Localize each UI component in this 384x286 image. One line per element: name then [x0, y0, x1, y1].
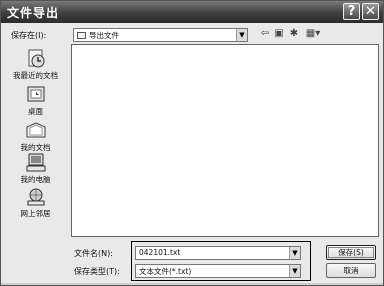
- save-in-value: 导出文件: [89, 31, 119, 40]
- place-recent-documents[interactable]: 我最近的文档: [7, 49, 64, 81]
- place-label: 我最近的文档: [13, 71, 58, 80]
- my-documents-icon: [26, 122, 45, 138]
- place-desktop[interactable]: 桌面: [7, 85, 64, 117]
- my-computer-icon: [26, 153, 45, 172]
- filename-label: 文件名(N):: [74, 249, 113, 258]
- save-in-combobox[interactable]: 导出文件 ▼: [73, 28, 248, 42]
- place-my-computer[interactable]: 我的电脑: [7, 153, 64, 185]
- dialog-title: 文件导出: [7, 6, 60, 20]
- save-in-label: 保存在(I):: [11, 31, 47, 40]
- place-label: 网上邻居: [20, 209, 51, 218]
- chevron-down-icon[interactable]: ▼: [289, 247, 300, 259]
- place-my-documents[interactable]: 我的文档: [7, 121, 64, 153]
- recent-documents-icon: [28, 49, 44, 68]
- help-button[interactable]: ?: [343, 3, 360, 20]
- network-places-icon: [27, 188, 44, 206]
- place-network[interactable]: 网上邻居: [7, 187, 64, 219]
- file-list-view[interactable]: [71, 44, 379, 237]
- filetype-label: 保存类型(T):: [74, 267, 120, 276]
- folder-icon: [77, 32, 86, 39]
- back-icon[interactable]: ⇦: [259, 28, 271, 40]
- places-sidebar: 我最近的文档 桌面 我的文档 我的电脑 网上邻居: [7, 45, 64, 239]
- new-folder-icon[interactable]: ✱: [288, 28, 300, 40]
- chevron-down-icon[interactable]: ▼: [236, 29, 247, 41]
- place-label: 我的电脑: [20, 175, 51, 184]
- filetype-select[interactable]: 文本文件(*.txt) ▼: [135, 264, 301, 278]
- view-menu-icon[interactable]: ▦▾: [303, 28, 323, 40]
- save-button[interactable]: 保存(S): [326, 245, 376, 260]
- up-folder-icon[interactable]: ▣: [273, 28, 285, 40]
- place-label: 我的文档: [20, 143, 51, 152]
- chevron-down-icon[interactable]: ▼: [289, 265, 300, 277]
- close-button[interactable]: ✕: [362, 3, 379, 20]
- filename-value: 042101.txt: [139, 248, 181, 257]
- place-label: 桌面: [28, 107, 43, 116]
- desktop-icon: [27, 86, 44, 102]
- filename-input[interactable]: 042101.txt ▼: [135, 246, 301, 260]
- filetype-value: 文本文件(*.txt): [139, 267, 192, 276]
- save-in-value-wrapper: 导出文件: [77, 30, 119, 41]
- title-bar[interactable]: 文件导出 ? ✕: [1, 1, 383, 23]
- cancel-button[interactable]: 取消: [326, 263, 376, 278]
- file-export-dialog: 文件导出 ? ✕ 保存在(I): 导出文件 ▼ ⇦ ▣ ✱ ▦▾ 我最近的文档: [0, 0, 384, 286]
